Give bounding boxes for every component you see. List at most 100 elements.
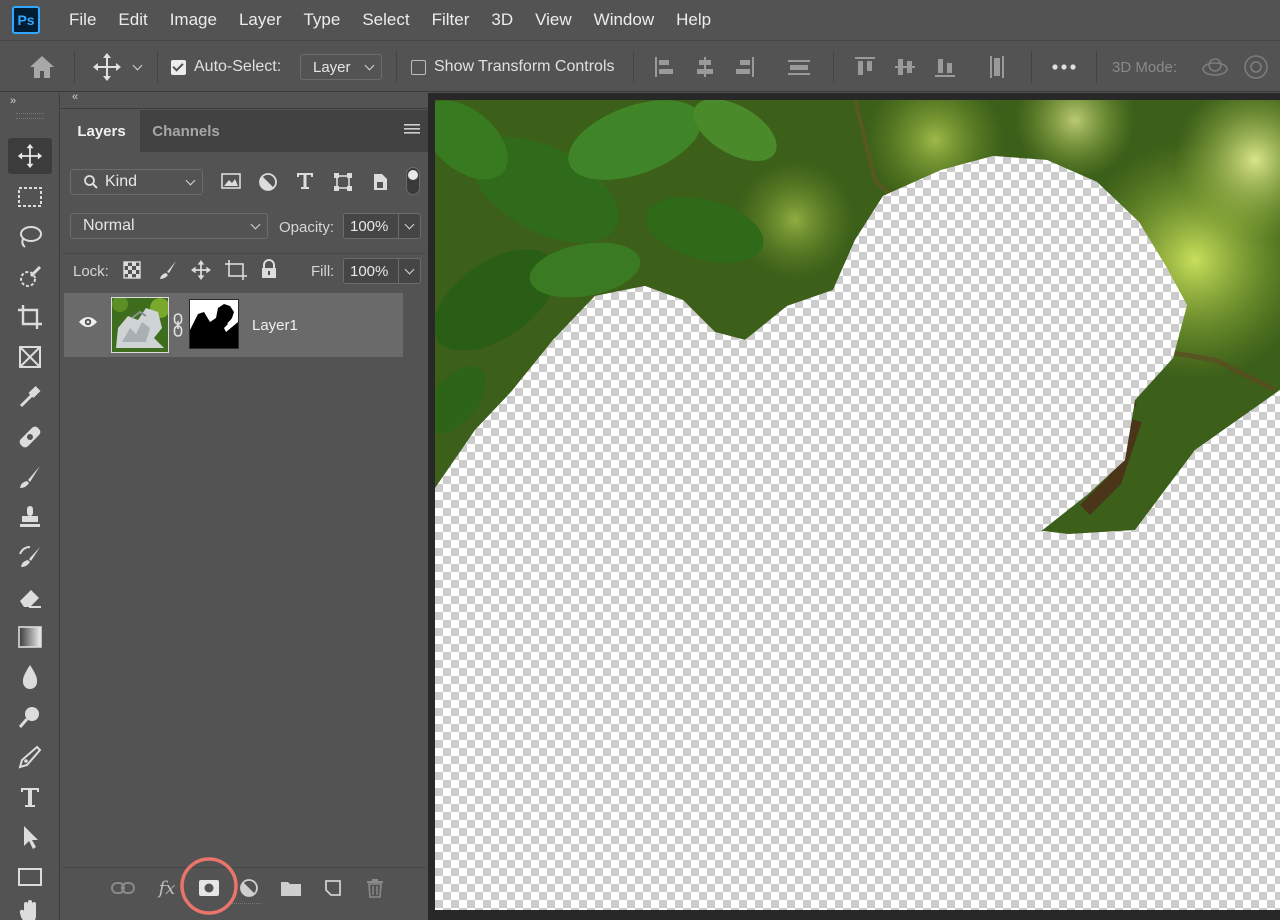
- eyedropper-tool[interactable]: [8, 379, 52, 415]
- dodge-icon: [18, 707, 39, 728]
- pen-icon: [18, 745, 42, 769]
- type-tool[interactable]: [8, 779, 52, 815]
- menu-type[interactable]: Type: [292, 0, 351, 40]
- 3d-orbit-button[interactable]: [1200, 41, 1230, 93]
- distribute-vertical-button[interactable]: [986, 41, 1008, 93]
- filter-adjustment-layer-button[interactable]: [258, 172, 278, 196]
- pen-tool[interactable]: [8, 739, 52, 775]
- gradient-tool[interactable]: [8, 619, 52, 655]
- tab-layers[interactable]: Layers: [63, 110, 140, 152]
- layer-row[interactable]: Layer1: [64, 293, 403, 357]
- more-options-button[interactable]: [1051, 41, 1077, 93]
- filter-toggle-switch[interactable]: [406, 167, 420, 195]
- layer-thumbnail[interactable]: [111, 296, 170, 353]
- layer-visibility-toggle[interactable]: [78, 315, 98, 333]
- align-left-edges-button[interactable]: [653, 41, 675, 93]
- auto-select-checkbox[interactable]: Auto-Select:: [171, 41, 281, 93]
- menu-filter[interactable]: Filter: [421, 0, 481, 40]
- dodge-tool[interactable]: [8, 699, 52, 735]
- distribute-vertical-icon: [990, 56, 1004, 78]
- tab-channels[interactable]: Channels: [140, 110, 232, 152]
- fill-slider-button[interactable]: [398, 259, 420, 283]
- blur-tool[interactable]: [8, 659, 52, 695]
- rectangle-tool[interactable]: [8, 859, 52, 895]
- move-tool-preset-button[interactable]: [92, 41, 143, 93]
- brush-tool[interactable]: [8, 459, 52, 495]
- show-transform-controls-checkbox[interactable]: Show Transform Controls: [411, 41, 615, 93]
- eraser-tool[interactable]: [8, 579, 52, 615]
- expand-panel-icon[interactable]: »: [10, 95, 16, 107]
- history-brush-tool[interactable]: [8, 539, 52, 575]
- lock-all-button[interactable]: [260, 259, 278, 283]
- menu-select[interactable]: Select: [351, 0, 420, 40]
- opacity-field[interactable]: 100%: [343, 213, 421, 239]
- delete-layer-button[interactable]: [361, 874, 389, 902]
- link-layers-button[interactable]: [109, 874, 137, 902]
- document-canvas[interactable]: [435, 100, 1280, 910]
- photoshop-logo: Ps: [12, 6, 40, 34]
- menu-image[interactable]: Image: [159, 0, 228, 40]
- layer-name[interactable]: Layer1: [252, 317, 298, 334]
- panel-menu-button[interactable]: [404, 122, 420, 140]
- align-right-icon: [736, 57, 754, 77]
- frame-tool[interactable]: [8, 339, 52, 375]
- collapse-panel-icon[interactable]: «: [72, 91, 78, 103]
- lock-transparent-pixels-button[interactable]: [123, 261, 141, 283]
- auto-select-target-value: Layer: [313, 58, 351, 76]
- menu-view[interactable]: View: [524, 0, 583, 40]
- align-bottom-edges-button[interactable]: [933, 41, 957, 93]
- align-bottom-icon: [935, 59, 955, 77]
- align-horizontal-centers-button[interactable]: [694, 41, 716, 93]
- menu-bar: Ps File Edit Image Layer Type Select Fil…: [0, 0, 1280, 40]
- checkbox-unchecked-icon: [411, 59, 426, 75]
- healing-brush-tool[interactable]: [8, 419, 52, 455]
- menu-3d[interactable]: 3D: [480, 0, 524, 40]
- chevron-down-icon: [404, 219, 415, 229]
- 3d-roll-button[interactable]: [1242, 41, 1270, 93]
- align-right-edges-button[interactable]: [734, 41, 756, 93]
- layer-mask-thumbnail[interactable]: [189, 299, 239, 349]
- filter-smart-object-button[interactable]: [371, 172, 389, 196]
- marquee-tool[interactable]: [8, 179, 52, 215]
- lasso-tool[interactable]: [8, 219, 52, 255]
- adjustment-circle-icon: [259, 173, 277, 191]
- quick-selection-tool[interactable]: [8, 259, 52, 295]
- new-group-button[interactable]: [277, 874, 305, 902]
- layer-thumbnail-image: [112, 296, 170, 352]
- hand-tool[interactable]: [8, 899, 52, 920]
- distribute-button[interactable]: [786, 41, 812, 93]
- add-layer-style-button[interactable]: fx: [153, 874, 181, 902]
- filter-shape-layer-button[interactable]: [333, 172, 353, 196]
- lock-image-pixels-button[interactable]: [158, 260, 178, 284]
- path-selection-tool[interactable]: [8, 819, 52, 855]
- hand-icon: [19, 900, 36, 920]
- new-layer-button[interactable]: [319, 874, 347, 902]
- menu-window[interactable]: Window: [583, 0, 665, 40]
- opacity-slider-button[interactable]: [398, 214, 420, 238]
- lock-position-button[interactable]: [191, 260, 211, 284]
- home-button[interactable]: [28, 41, 56, 93]
- align-center-icon: [697, 57, 713, 77]
- fill-field[interactable]: 100%: [343, 258, 421, 284]
- auto-select-target-dropdown[interactable]: Layer: [300, 54, 382, 80]
- align-vertical-centers-button[interactable]: [893, 41, 917, 93]
- lock-artboard-button[interactable]: [225, 260, 247, 284]
- move-tool[interactable]: [8, 138, 52, 174]
- clone-stamp-tool[interactable]: [8, 499, 52, 535]
- menu-layer[interactable]: Layer: [228, 0, 293, 40]
- menu-edit[interactable]: Edit: [107, 0, 158, 40]
- fx-icon: fx: [158, 877, 176, 899]
- filter-pixel-layer-button[interactable]: [221, 172, 241, 194]
- artboard-icon: [225, 260, 247, 280]
- menu-file[interactable]: File: [58, 0, 107, 40]
- blend-mode-dropdown[interactable]: Normal: [70, 213, 268, 239]
- crop-tool[interactable]: [8, 299, 52, 335]
- menu-help[interactable]: Help: [665, 0, 722, 40]
- layer-mask-link[interactable]: [173, 313, 183, 341]
- align-top-edges-button[interactable]: [853, 41, 877, 93]
- rectangular-marquee-icon: [18, 187, 42, 207]
- chevron-down-icon: [250, 219, 261, 229]
- filter-type-layer-button[interactable]: [296, 172, 314, 194]
- filter-kind-dropdown[interactable]: Kind: [70, 169, 203, 195]
- panel-grip[interactable]: [16, 113, 44, 119]
